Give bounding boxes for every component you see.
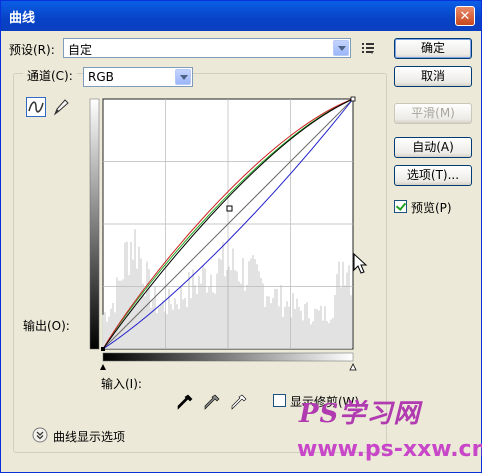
- channel-value: RGB: [88, 70, 114, 84]
- expand-chevron-icon[interactable]: [32, 427, 48, 443]
- chevron-down-icon: [175, 69, 191, 85]
- ok-button[interactable]: 确定: [394, 38, 472, 59]
- input-label: 输入(I):: [101, 377, 142, 391]
- dialog-title: 曲线: [9, 11, 36, 26]
- title-bar[interactable]: 曲线 ✕: [1, 1, 481, 31]
- preset-value: 自定: [68, 43, 93, 57]
- watermark-url: www.ps-xxw.cn: [297, 437, 482, 462]
- black-point-slider[interactable]: [100, 364, 106, 370]
- output-gradient-bar: [89, 98, 100, 350]
- curve-display-options-label[interactable]: 曲线显示选项: [53, 428, 130, 445]
- pencil-tool-button[interactable]: [51, 97, 71, 117]
- close-button[interactable]: ✕: [455, 6, 475, 26]
- pencil-icon: [53, 99, 69, 116]
- preset-label: 预设(R):: [9, 43, 55, 57]
- white-point-slider[interactable]: [349, 363, 357, 371]
- eyedropper-black-icon[interactable]: [176, 393, 194, 411]
- curve-endpoint-black[interactable]: [101, 347, 105, 351]
- preview-label: 预览(P): [411, 201, 452, 215]
- mouse-cursor-icon: [353, 253, 368, 274]
- preset-dropdown[interactable]: 自定: [63, 38, 351, 58]
- watermark-title: PS学习网: [299, 399, 421, 429]
- cancel-button[interactable]: 取消: [394, 66, 472, 87]
- smooth-button[interactable]: 平滑(M): [394, 103, 472, 124]
- options-button[interactable]: 选项(T)...: [394, 165, 472, 186]
- curves-dialog: 曲线 ✕ 预设(R): 自定 确定 取消 平滑(M) 自动(A) 选项(T)..…: [0, 0, 482, 473]
- channel-label: 通道(C):: [23, 67, 77, 84]
- curves-graph[interactable]: [87, 95, 363, 385]
- show-clipping-checkbox[interactable]: [273, 394, 286, 407]
- curve-tool-icon: [28, 101, 44, 113]
- chevron-down-icon: [333, 40, 349, 56]
- eyedropper-white-icon[interactable]: [230, 393, 248, 411]
- auto-button[interactable]: 自动(A): [394, 137, 472, 158]
- preview-checkbox[interactable]: [394, 200, 407, 213]
- curve-control-point[interactable]: [226, 205, 233, 212]
- curve-endpoint-white[interactable]: [350, 96, 356, 102]
- input-gradient-bar: [102, 352, 354, 362]
- channel-dropdown[interactable]: RGB: [83, 67, 193, 87]
- eyedropper-gray-icon[interactable]: [203, 393, 221, 411]
- preset-menu-icon[interactable]: [361, 41, 375, 55]
- curve-tool-button[interactable]: [26, 97, 46, 117]
- output-label: 输出(O):: [23, 319, 70, 333]
